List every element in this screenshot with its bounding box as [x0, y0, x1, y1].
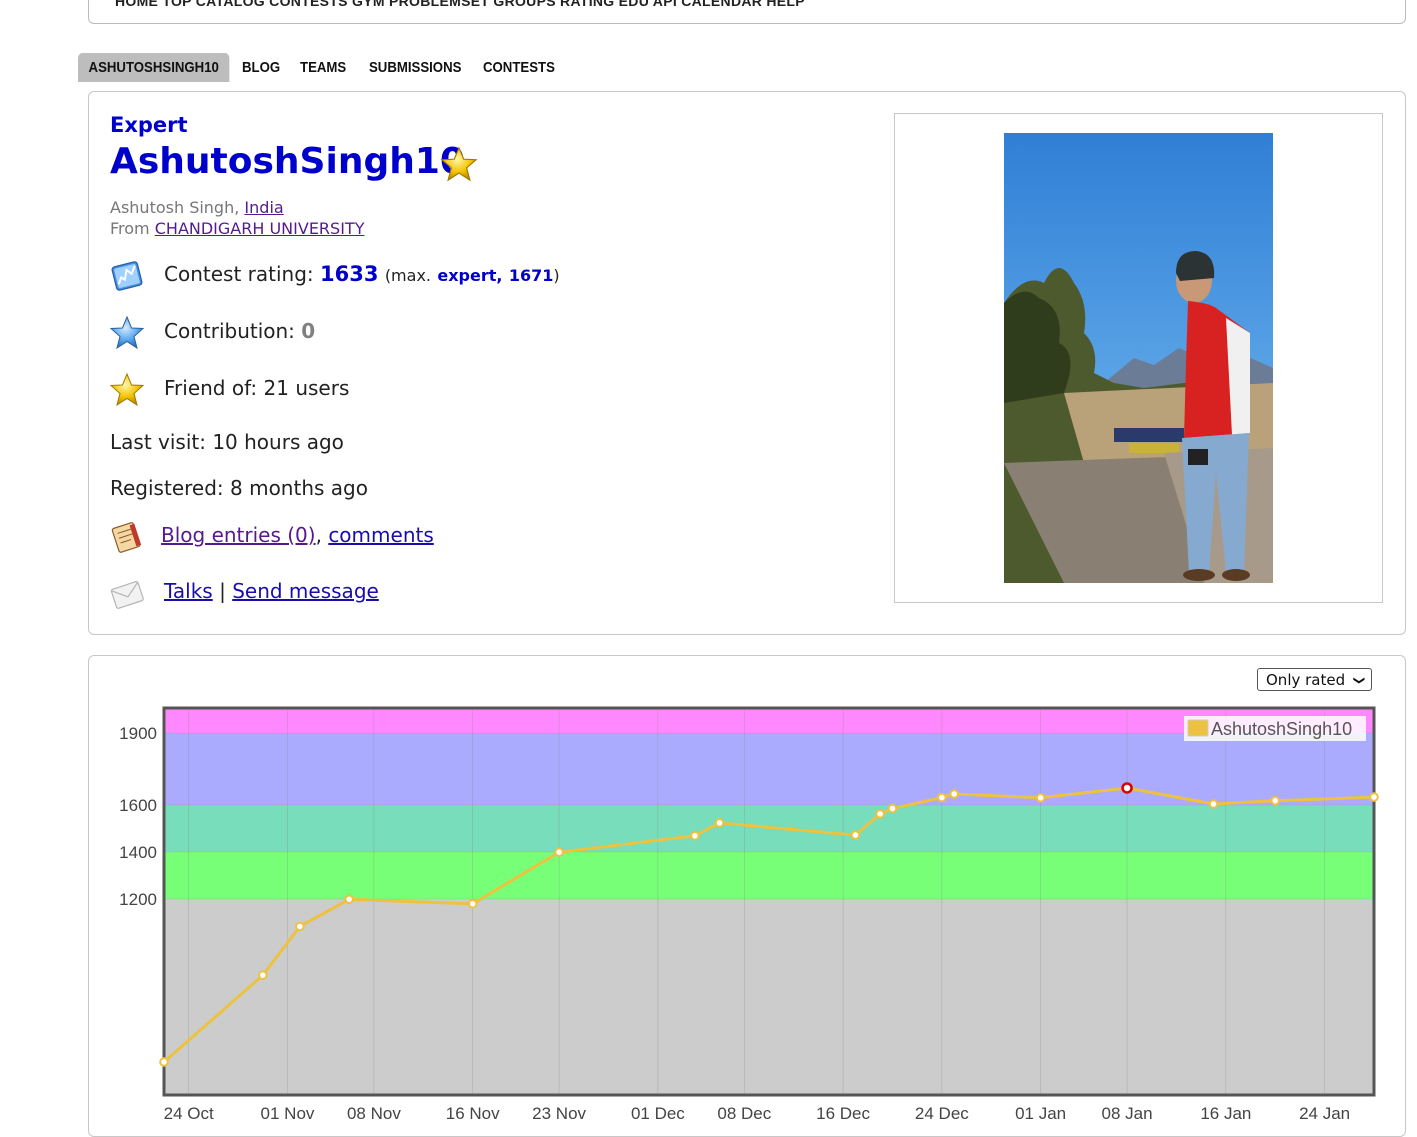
rating-point	[875, 809, 885, 819]
y-tick-label: 1900	[119, 724, 157, 743]
x-tick-label: 16 Dec	[816, 1104, 870, 1123]
y-tick-label: 1600	[119, 796, 157, 815]
rating-band	[164, 733, 1374, 805]
y-tick-label: 1200	[119, 890, 157, 909]
rating-point	[467, 898, 478, 909]
rating-point	[1035, 793, 1046, 803]
x-tick-label: 16 Nov	[446, 1104, 500, 1123]
x-tick-label: 01 Jan	[1015, 1104, 1066, 1123]
rating-point	[937, 792, 947, 803]
x-tick-label: 01 Nov	[261, 1104, 315, 1123]
x-tick-label: 23 Nov	[532, 1104, 586, 1123]
rating-chart: 24 Oct 01 Nov 08 Nov 16 Nov 23 Nov 01 Dec 08 D…	[119, 706, 1379, 1123]
x-tick-label: 01 Dec	[631, 1104, 685, 1123]
rating-point	[850, 830, 861, 840]
rating-point	[887, 803, 898, 814]
x-tick-label: 16 Jan	[1200, 1104, 1251, 1123]
x-tick-label: 24 Dec	[915, 1104, 969, 1123]
rating-point	[690, 830, 700, 841]
rating-band	[164, 899, 1374, 1095]
rating-point	[1208, 799, 1219, 809]
x-tick-label: 24 Oct	[164, 1104, 214, 1123]
rating-point	[949, 789, 960, 799]
legend-swatch	[1187, 719, 1209, 737]
rating-point	[714, 818, 725, 828]
max-rating-point	[1121, 782, 1133, 794]
rating-point	[554, 847, 564, 858]
x-tick-label: 08 Nov	[347, 1104, 401, 1123]
legend-label: AshutoshSingh10	[1211, 719, 1352, 739]
x-tick-label: 08 Jan	[1102, 1104, 1153, 1123]
rating-point	[344, 894, 355, 905]
rating-point	[295, 921, 305, 932]
x-tick-label: 24 Jan	[1299, 1104, 1350, 1123]
rating-point	[257, 970, 268, 980]
rating-point	[1270, 795, 1281, 806]
rating-point	[159, 1057, 169, 1067]
rating-band	[164, 852, 1374, 899]
y-tick-label: 1400	[119, 843, 157, 862]
rating-point	[1369, 792, 1379, 802]
x-tick-label: 08 Dec	[717, 1104, 771, 1123]
